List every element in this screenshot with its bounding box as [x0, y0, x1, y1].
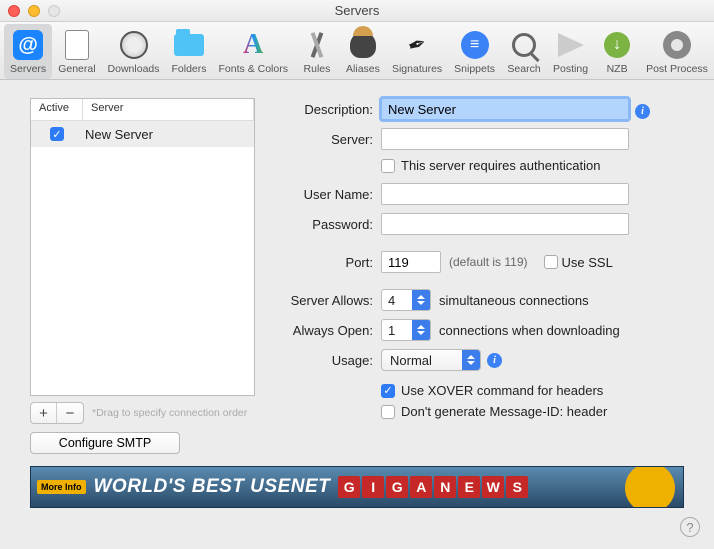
password-input[interactable]	[381, 213, 629, 235]
select-arrows-icon[interactable]	[462, 350, 480, 370]
server-row[interactable]: ✓ New Server	[31, 121, 254, 147]
drag-hint: *Drag to specify connection order	[92, 407, 247, 419]
tab-aliases[interactable]: Aliases	[340, 24, 386, 79]
username-input[interactable]	[381, 183, 629, 205]
use-ssl-label: Use SSL	[562, 255, 613, 270]
tab-folders[interactable]: Folders	[166, 24, 213, 79]
always-open-label: Always Open:	[273, 323, 381, 338]
add-server-button[interactable]: +	[31, 403, 57, 423]
server-list[interactable]: Active Server ✓ New Server	[30, 98, 255, 396]
configure-smtp-button[interactable]: Configure SMTP	[30, 432, 180, 454]
always-open-stepper[interactable]: 1	[381, 319, 431, 341]
info-icon[interactable]: i	[635, 104, 650, 119]
server-input[interactable]	[381, 128, 629, 150]
server-allows-label: Server Allows:	[273, 293, 381, 308]
banner-text: WORLD'S BEST USENET	[94, 476, 331, 498]
server-label: Server:	[273, 132, 381, 147]
description-label: Description:	[273, 102, 381, 117]
tab-rules[interactable]: Rules	[294, 24, 340, 79]
preferences-toolbar: @Servers General Downloads Folders AFont…	[0, 22, 714, 80]
column-active[interactable]: Active	[31, 99, 83, 120]
help-button[interactable]: ?	[680, 517, 700, 537]
tab-posting[interactable]: Posting	[547, 24, 594, 79]
titlebar: Servers	[0, 0, 714, 22]
tab-signatures[interactable]: ✒Signatures	[386, 24, 448, 79]
tab-search[interactable]: Search	[501, 24, 547, 79]
tab-fonts-colors[interactable]: AFonts & Colors	[213, 24, 294, 79]
special-badge-icon	[619, 466, 680, 508]
msgid-checkbox[interactable]	[381, 405, 395, 419]
tab-servers[interactable]: @Servers	[4, 24, 52, 79]
info-icon[interactable]: i	[487, 353, 502, 368]
ad-banner[interactable]: More Info WORLD'S BEST USENET GIGANEWS	[30, 466, 684, 508]
always-open-suffix: connections when downloading	[439, 323, 620, 338]
description-input[interactable]	[381, 98, 629, 120]
stepper-arrows-icon[interactable]	[412, 320, 430, 340]
active-checkbox[interactable]: ✓	[50, 127, 64, 141]
remove-server-button[interactable]: −	[57, 403, 83, 423]
auth-label: This server requires authentication	[401, 158, 600, 173]
auth-checkbox[interactable]	[381, 159, 395, 173]
column-server[interactable]: Server	[83, 99, 254, 120]
server-name: New Server	[83, 127, 254, 142]
msgid-label: Don't generate Message-ID: header	[401, 404, 607, 419]
tab-nzb[interactable]: ↓NZB	[594, 24, 640, 79]
tab-snippets[interactable]: ≡Snippets	[448, 24, 501, 79]
xover-checkbox[interactable]: ✓	[381, 384, 395, 398]
username-label: User Name:	[273, 187, 381, 202]
port-input[interactable]	[381, 251, 441, 273]
allows-suffix: simultaneous connections	[439, 293, 589, 308]
usage-label: Usage:	[273, 353, 381, 368]
stepper-arrows-icon[interactable]	[412, 290, 430, 310]
more-info-badge: More Info	[37, 480, 86, 494]
use-ssl-checkbox[interactable]	[544, 255, 558, 269]
port-default-hint: (default is 119)	[449, 255, 528, 269]
xover-label: Use XOVER command for headers	[401, 383, 603, 398]
tab-general[interactable]: General	[52, 24, 101, 79]
banner-brand: GIGANEWS	[338, 476, 530, 498]
allows-stepper[interactable]: 4	[381, 289, 431, 311]
tab-downloads[interactable]: Downloads	[102, 24, 166, 79]
port-label: Port:	[273, 255, 381, 270]
tab-post-process[interactable]: Post Process	[640, 24, 714, 79]
password-label: Password:	[273, 217, 381, 232]
window-title: Servers	[0, 3, 714, 18]
usage-select[interactable]: Normal	[381, 349, 481, 371]
